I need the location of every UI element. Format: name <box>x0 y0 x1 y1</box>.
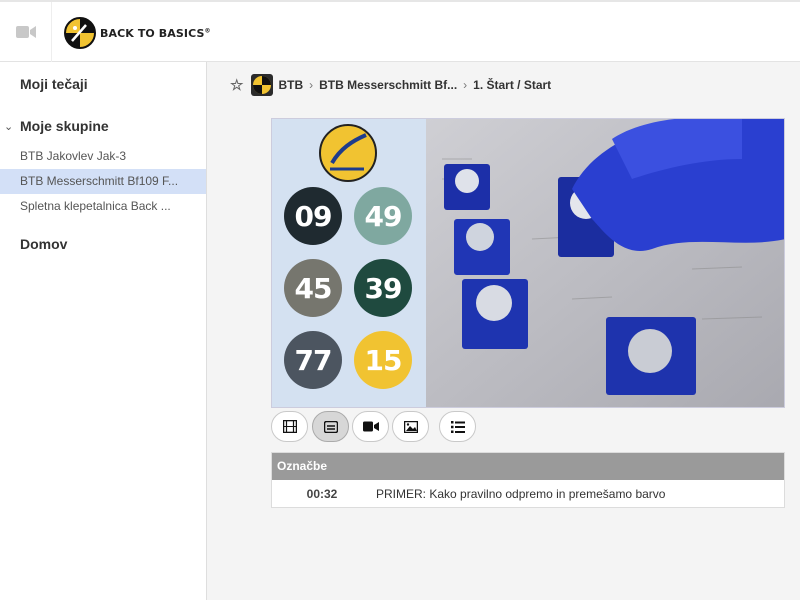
marker-row[interactable]: 00:32 PRIMER: Kako pravilno odpremo in p… <box>272 480 784 508</box>
paint-number-badge: 39 <box>354 259 412 317</box>
video-player[interactable]: 09 49 45 39 77 15 <box>271 118 785 408</box>
logo-icon <box>64 17 96 49</box>
breadcrumb: ☆ BTB › BTB Messerschmitt Bf... › 1. Šta… <box>230 73 551 97</box>
brand-logo[interactable]: BACK TO BASICS® <box>64 16 211 50</box>
film-icon <box>282 420 297 433</box>
chevron-right-icon: › <box>309 78 314 92</box>
video-camera-icon[interactable] <box>0 2 52 62</box>
list-icon <box>450 420 465 433</box>
list-button[interactable] <box>439 411 476 442</box>
paint-number-badge: 49 <box>354 187 412 245</box>
sidebar-my-groups[interactable]: Moje skupine <box>20 118 109 134</box>
chevron-down-icon[interactable]: ⌄ <box>4 120 13 133</box>
top-bar: BACK TO BASICS® <box>0 0 800 62</box>
paint-number-badge: 09 <box>284 187 342 245</box>
breadcrumb-course[interactable]: BTB Messerschmitt Bf... <box>319 78 457 92</box>
breadcrumb-root[interactable]: BTB <box>278 78 303 92</box>
captions-icon <box>323 420 338 433</box>
chevron-right-icon: › <box>463 78 468 92</box>
image-button[interactable] <box>392 411 429 442</box>
sidebar: Moji tečaji ⌄ Moje skupine BTB Jakovlev … <box>0 62 207 600</box>
sidebar-group-item[interactable]: BTB Jakovlev Jak-3 <box>0 144 206 169</box>
paint-number-badge: 45 <box>284 259 342 317</box>
sidebar-home[interactable]: Domov <box>20 236 67 252</box>
marker-time: 00:32 <box>306 487 338 501</box>
camera-button[interactable] <box>352 411 389 442</box>
captions-button[interactable] <box>312 411 349 442</box>
video-camera-icon <box>362 421 379 432</box>
sidebar-group-item[interactable]: Spletna klepetalnica Back ... <box>0 194 206 219</box>
paint-number-badge: 77 <box>284 331 342 389</box>
film-button[interactable] <box>271 411 308 442</box>
sidebar-my-courses[interactable]: Moji tečaji <box>20 76 88 92</box>
markers-panel: Označbe 00:32 PRIMER: Kako pravilno odpr… <box>271 452 785 508</box>
paint-number-badge: 15 <box>354 331 412 389</box>
image-icon <box>403 420 418 433</box>
markers-header: Označbe <box>272 453 784 480</box>
sidebar-group-item-active[interactable]: BTB Messerschmitt Bf109 F... <box>0 169 206 194</box>
marker-title: PRIMER: Kako pravilno odpremo in premeša… <box>376 487 666 501</box>
breadcrumb-lesson: 1. Štart / Start <box>473 78 552 92</box>
video-frame <box>272 119 784 407</box>
brand-name: BACK TO BASICS® <box>100 26 211 40</box>
course-logo-icon <box>251 74 274 96</box>
star-icon[interactable]: ☆ <box>230 76 243 94</box>
